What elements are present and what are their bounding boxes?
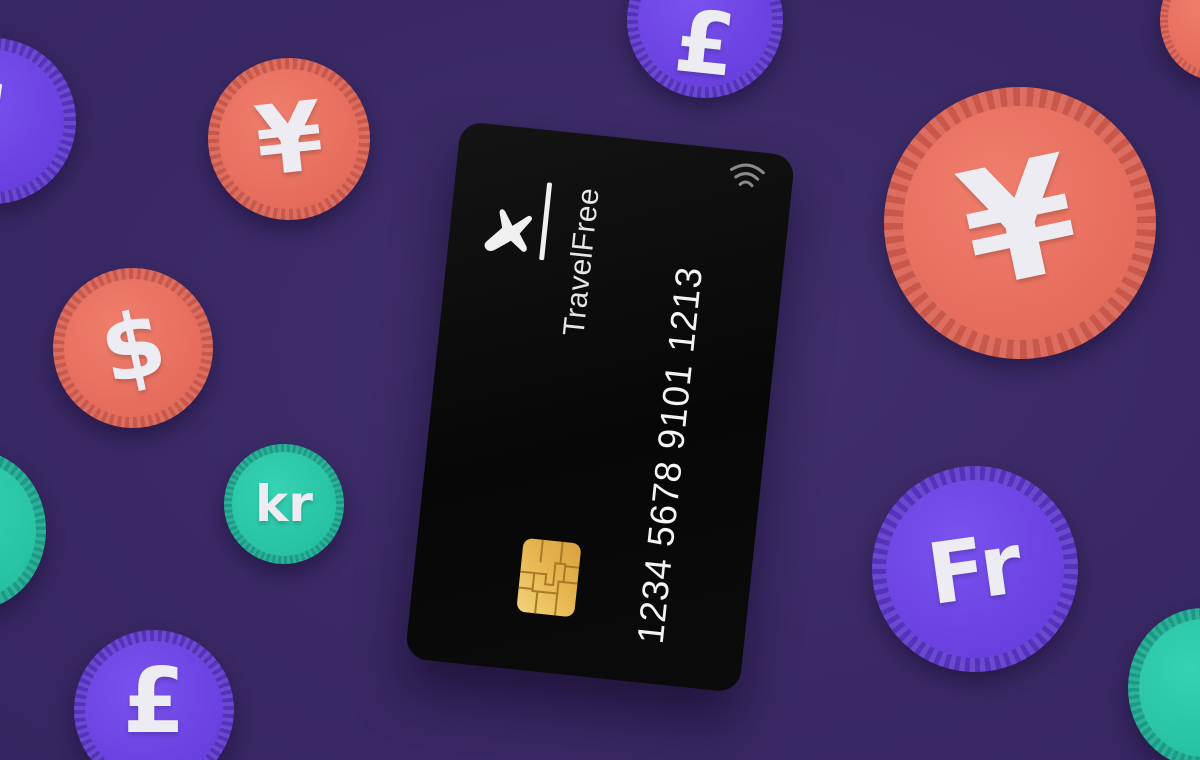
- contactless-icon: [730, 163, 765, 188]
- teal-coin-bottom-right-edge: [1128, 608, 1200, 760]
- dollar-coin: $: [53, 268, 213, 428]
- card-brand-name: TravelFree: [557, 186, 606, 338]
- teal-coin-left-edge: [0, 450, 46, 610]
- franc-coin: Fr: [872, 466, 1078, 672]
- emv-chip-icon: [516, 537, 582, 618]
- airplane-slash-logo: [484, 182, 552, 261]
- pound-coin-left-edge: £: [0, 38, 76, 204]
- salmon-coin-top-right-edge: [1160, 0, 1200, 80]
- payment-card: TravelFree 1234 5678 9101 1213: [404, 120, 796, 694]
- krona-coin-symbol: kr: [255, 475, 313, 533]
- promo-scene: £ ¥ £ $ kr £ ¥ Fr: [0, 0, 1200, 760]
- pound-coin-symbol: £: [670, 0, 740, 97]
- krona-coin: kr: [224, 444, 344, 564]
- card-face: TravelFree 1234 5678 9101 1213: [405, 121, 796, 693]
- card-number: 1234 5678 9101 1213: [629, 264, 711, 646]
- pound-coin-bottom: £: [74, 630, 234, 760]
- pound-coin-top: £: [627, 0, 783, 98]
- yen-coin-symbol: ¥: [249, 79, 329, 199]
- franc-coin-symbol: Fr: [921, 513, 1029, 625]
- yen-coin-large: ¥: [884, 87, 1156, 359]
- yen-coin-small: ¥: [208, 58, 370, 220]
- pound-coin-symbol: £: [122, 649, 186, 754]
